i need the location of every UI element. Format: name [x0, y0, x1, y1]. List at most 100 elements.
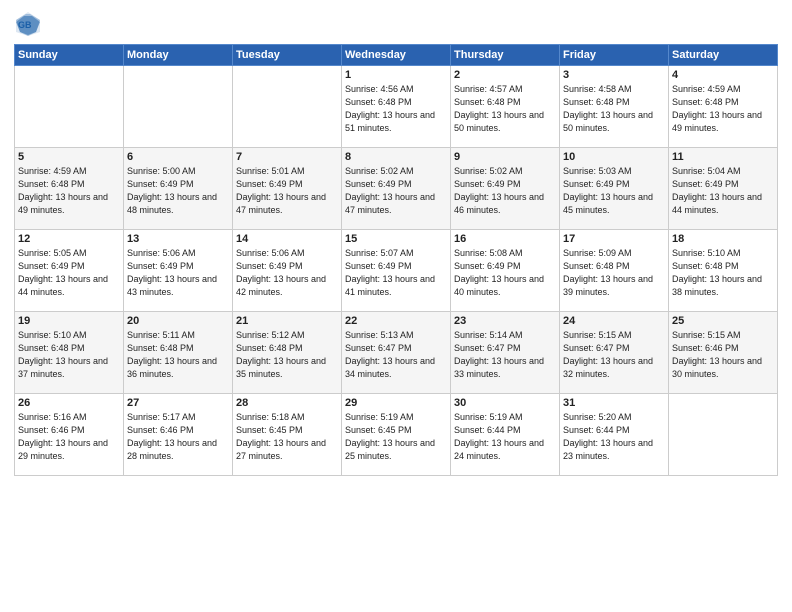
weekday-header: Friday [560, 45, 669, 66]
day-info: Sunrise: 5:07 AMSunset: 6:49 PMDaylight:… [345, 247, 447, 299]
calendar-cell: 27Sunrise: 5:17 AMSunset: 6:46 PMDayligh… [124, 394, 233, 476]
day-info: Sunrise: 5:03 AMSunset: 6:49 PMDaylight:… [563, 165, 665, 217]
calendar-cell: 13 Sunrise: 5:06 AMSunset: 6:49 PMDayligh… [124, 230, 233, 312]
day-number: 12 [18, 233, 120, 245]
calendar-week-row: 1 Sunrise: 4:56 AMSunset: 6:48 PMDaylight… [15, 66, 778, 148]
weekday-row: SundayMondayTuesdayWednesdayThursdayFrid… [15, 45, 778, 66]
day-info: Sunrise: 5:13 AMSunset: 6:47 PMDaylight:… [345, 329, 447, 381]
calendar-cell: 19 Sunrise: 5:10 AMSunset: 6:48 PMDayligh… [15, 312, 124, 394]
day-number: 14 [236, 233, 338, 245]
weekday-header: Sunday [15, 45, 124, 66]
day-info: Sunrise: 5:04 AMSunset: 6:49 PMDaylight:… [672, 165, 774, 217]
calendar-cell: 1 Sunrise: 4:56 AMSunset: 6:48 PMDaylight… [342, 66, 451, 148]
calendar-cell: 31Sunrise: 5:20 AMSunset: 6:44 PMDayligh… [560, 394, 669, 476]
calendar-week-row: 12 Sunrise: 5:05 AMSunset: 6:49 PMDayligh… [15, 230, 778, 312]
logo: GB [14, 10, 46, 38]
day-number: 11 [672, 151, 774, 163]
day-number: 28 [236, 397, 338, 409]
weekday-header: Thursday [451, 45, 560, 66]
day-number: 27 [127, 397, 229, 409]
calendar-cell: 9 Sunrise: 5:02 AMSunset: 6:49 PMDaylight… [451, 148, 560, 230]
calendar-cell: 28 Sunrise: 5:18 AMSunset: 6:45 PMDayligh… [233, 394, 342, 476]
calendar-cell: 6Sunrise: 5:00 AMSunset: 6:49 PMDaylight… [124, 148, 233, 230]
day-number: 2 [454, 69, 556, 81]
day-number: 26 [18, 397, 120, 409]
day-info: Sunrise: 5:16 AMSunset: 6:46 PMDaylight:… [18, 411, 120, 463]
day-number: 1 [345, 69, 447, 81]
svg-text:GB: GB [18, 20, 32, 30]
day-number: 31 [563, 397, 665, 409]
day-number: 21 [236, 315, 338, 327]
calendar-cell: 11 Sunrise: 5:04 AMSunset: 6:49 PMDayligh… [669, 148, 778, 230]
day-info: Sunrise: 5:19 AMSunset: 6:45 PMDaylight:… [345, 411, 447, 463]
calendar-cell: 10 Sunrise: 5:03 AMSunset: 6:49 PMDayligh… [560, 148, 669, 230]
day-info: Sunrise: 5:09 AMSunset: 6:48 PMDaylight:… [563, 247, 665, 299]
calendar-cell [15, 66, 124, 148]
day-number: 7 [236, 151, 338, 163]
day-info: Sunrise: 5:12 AMSunset: 6:48 PMDaylight:… [236, 329, 338, 381]
calendar-week-row: 5 Sunrise: 4:59 AMSunset: 6:48 PMDaylight… [15, 148, 778, 230]
calendar-cell: 14 Sunrise: 5:06 AMSunset: 6:49 PMDayligh… [233, 230, 342, 312]
day-info: Sunrise: 5:18 AMSunset: 6:45 PMDaylight:… [236, 411, 338, 463]
day-info: Sunrise: 5:02 AMSunset: 6:49 PMDaylight:… [345, 165, 447, 217]
calendar-cell: 8 Sunrise: 5:02 AMSunset: 6:49 PMDaylight… [342, 148, 451, 230]
day-info: Sunrise: 5:19 AMSunset: 6:44 PMDaylight:… [454, 411, 556, 463]
day-number: 18 [672, 233, 774, 245]
header: GB [14, 10, 778, 38]
calendar-cell: 24 Sunrise: 5:15 AMSunset: 6:47 PMDayligh… [560, 312, 669, 394]
day-number: 24 [563, 315, 665, 327]
day-number: 15 [345, 233, 447, 245]
day-info: Sunrise: 5:15 AMSunset: 6:47 PMDaylight:… [563, 329, 665, 381]
day-info: Sunrise: 5:06 AMSunset: 6:49 PMDaylight:… [127, 247, 229, 299]
day-number: 9 [454, 151, 556, 163]
calendar-cell: 15 Sunrise: 5:07 AMSunset: 6:49 PMDayligh… [342, 230, 451, 312]
calendar-cell: 5 Sunrise: 4:59 AMSunset: 6:48 PMDaylight… [15, 148, 124, 230]
day-info: Sunrise: 5:10 AMSunset: 6:48 PMDaylight:… [672, 247, 774, 299]
day-number: 4 [672, 69, 774, 81]
calendar-week-row: 19 Sunrise: 5:10 AMSunset: 6:48 PMDayligh… [15, 312, 778, 394]
day-number: 25 [672, 315, 774, 327]
calendar-cell: 23 Sunrise: 5:14 AMSunset: 6:47 PMDayligh… [451, 312, 560, 394]
calendar-cell: 7 Sunrise: 5:01 AMSunset: 6:49 PMDaylight… [233, 148, 342, 230]
day-info: Sunrise: 4:59 AMSunset: 6:48 PMDaylight:… [672, 83, 774, 135]
calendar-cell [233, 66, 342, 148]
weekday-header: Wednesday [342, 45, 451, 66]
day-number: 30 [454, 397, 556, 409]
day-number: 19 [18, 315, 120, 327]
calendar-table: SundayMondayTuesdayWednesdayThursdayFrid… [14, 44, 778, 476]
calendar-cell [669, 394, 778, 476]
day-number: 3 [563, 69, 665, 81]
day-info: Sunrise: 5:08 AMSunset: 6:49 PMDaylight:… [454, 247, 556, 299]
day-info: Sunrise: 5:06 AMSunset: 6:49 PMDaylight:… [236, 247, 338, 299]
page-container: GB SundayMondayTuesdayWednesdayThursdayF… [0, 0, 792, 612]
calendar-cell: 17Sunrise: 5:09 AMSunset: 6:48 PMDayligh… [560, 230, 669, 312]
weekday-header: Tuesday [233, 45, 342, 66]
calendar-cell: 22 Sunrise: 5:13 AMSunset: 6:47 PMDayligh… [342, 312, 451, 394]
day-info: Sunrise: 5:14 AMSunset: 6:47 PMDaylight:… [454, 329, 556, 381]
calendar-cell [124, 66, 233, 148]
calendar-cell: 29 Sunrise: 5:19 AMSunset: 6:45 PMDayligh… [342, 394, 451, 476]
day-number: 6 [127, 151, 229, 163]
day-number: 10 [563, 151, 665, 163]
day-info: Sunrise: 5:05 AMSunset: 6:49 PMDaylight:… [18, 247, 120, 299]
day-info: Sunrise: 5:02 AMSunset: 6:49 PMDaylight:… [454, 165, 556, 217]
calendar-body: 1 Sunrise: 4:56 AMSunset: 6:48 PMDaylight… [15, 66, 778, 476]
calendar-cell: 20Sunrise: 5:11 AMSunset: 6:48 PMDayligh… [124, 312, 233, 394]
calendar-cell: 30 Sunrise: 5:19 AMSunset: 6:44 PMDayligh… [451, 394, 560, 476]
logo-icon: GB [14, 10, 42, 38]
calendar-cell: 25Sunrise: 5:15 AMSunset: 6:46 PMDayligh… [669, 312, 778, 394]
weekday-header: Saturday [669, 45, 778, 66]
day-number: 22 [345, 315, 447, 327]
calendar-cell: 4 Sunrise: 4:59 AMSunset: 6:48 PMDaylight… [669, 66, 778, 148]
day-number: 29 [345, 397, 447, 409]
day-number: 23 [454, 315, 556, 327]
day-number: 13 [127, 233, 229, 245]
day-number: 8 [345, 151, 447, 163]
day-info: Sunrise: 4:56 AMSunset: 6:48 PMDaylight:… [345, 83, 447, 135]
day-info: Sunrise: 5:01 AMSunset: 6:49 PMDaylight:… [236, 165, 338, 217]
day-info: Sunrise: 4:59 AMSunset: 6:48 PMDaylight:… [18, 165, 120, 217]
calendar-header: SundayMondayTuesdayWednesdayThursdayFrid… [15, 45, 778, 66]
day-number: 5 [18, 151, 120, 163]
day-info: Sunrise: 4:57 AMSunset: 6:48 PMDaylight:… [454, 83, 556, 135]
day-info: Sunrise: 5:10 AMSunset: 6:48 PMDaylight:… [18, 329, 120, 381]
